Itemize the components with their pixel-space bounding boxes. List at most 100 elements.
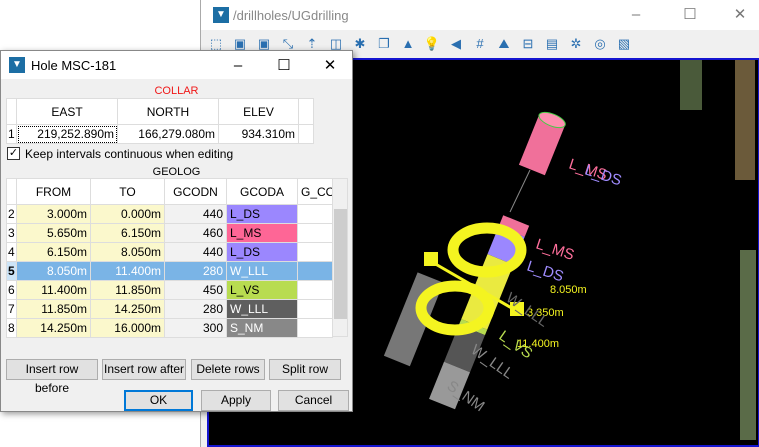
dialog-minimize-button[interactable]: – [223, 55, 253, 77]
g-co-cell[interactable] [297, 318, 333, 338]
dialog-maximize-button[interactable]: ☐ [269, 55, 299, 77]
g-co-cell[interactable] [297, 280, 333, 300]
from-cell[interactable]: 11.850m [16, 299, 91, 319]
network-icon[interactable]: ✲ [567, 35, 585, 53]
column-header[interactable]: ELEV [218, 98, 299, 125]
row-number[interactable]: 2 [6, 204, 17, 224]
corner-cell [6, 98, 17, 125]
table-row[interactable]: 7 11.850m 14.250m 280 W_LLL [6, 299, 333, 319]
gcodn-cell[interactable]: 300 [164, 318, 227, 338]
to-cell[interactable]: 6.150m [90, 223, 165, 243]
to-cell[interactable]: 14.250m [90, 299, 165, 319]
column-header[interactable]: NORTH [117, 98, 219, 125]
empty-cell [298, 124, 314, 144]
g-co-cell[interactable] [297, 242, 333, 262]
gcoda-cell[interactable]: S_NM [226, 318, 298, 338]
row-number[interactable]: 8 [6, 318, 17, 338]
to-cell[interactable]: 8.050m [90, 242, 165, 262]
dialog-title-bar: ▼ Hole MSC-181 – ☐ ✕ [1, 51, 352, 79]
collar-table: EAST NORTH ELEV 1 219,252.890m 166,279.0… [6, 98, 314, 144]
geolog-scrollbar[interactable] [332, 178, 348, 337]
hole-dialog: ▼ Hole MSC-181 – ☐ ✕ COLLAR EAST NORTH E… [0, 50, 353, 412]
row-number[interactable]: 3 [6, 223, 17, 243]
save-icon[interactable]: ▤ [543, 35, 561, 53]
split-row-button[interactable]: Split row [269, 359, 341, 380]
elev-cell[interactable]: 934.310m [218, 124, 299, 144]
gcodn-cell[interactable]: 280 [164, 261, 227, 281]
from-cell[interactable]: 14.250m [16, 318, 91, 338]
scrollbar-thumb[interactable] [334, 209, 347, 319]
copy-icon[interactable]: ❐ [375, 35, 393, 53]
from-cell[interactable]: 3.000m [16, 204, 91, 224]
dialog-close-button[interactable]: ✕ [315, 55, 345, 77]
from-cell[interactable]: 6.150m [16, 242, 91, 262]
east-cell[interactable]: 219,252.890m [16, 124, 118, 144]
gcoda-cell[interactable]: W_LLL [226, 261, 298, 281]
target-icon[interactable]: ◎ [591, 35, 609, 53]
table-row[interactable]: 6 11.400m 11.850m 450 L_VS [6, 280, 333, 300]
background-hole [740, 250, 756, 440]
g-co-cell[interactable] [297, 299, 333, 319]
background-hole [680, 60, 702, 110]
row-number[interactable]: 5 [6, 261, 17, 281]
row-number[interactable]: 7 [6, 299, 17, 319]
maximize-button[interactable]: ☐ [675, 4, 705, 26]
select-icon[interactable]: ✱ [351, 35, 369, 53]
row-number[interactable]: 6 [6, 280, 17, 300]
north-cell[interactable]: 166,279.080m [117, 124, 219, 144]
gcodn-cell[interactable]: 450 [164, 280, 227, 300]
gcodn-cell[interactable]: 440 [164, 242, 227, 262]
g-co-cell[interactable] [297, 223, 333, 243]
cube-icon[interactable]: ▧ [615, 35, 633, 53]
delete-rows-button[interactable]: Delete rows [191, 359, 265, 380]
from-cell[interactable]: 11.400m [16, 280, 91, 300]
close-button[interactable]: ✕ [725, 4, 755, 26]
column-header[interactable]: FROM [16, 178, 91, 205]
gcoda-cell[interactable]: W_LLL [226, 299, 298, 319]
table-row-selected[interactable]: 5 8.050m 11.400m 280 W_LLL [6, 261, 333, 281]
from-cell[interactable]: 5.650m [16, 223, 91, 243]
gcoda-cell[interactable]: L_VS [226, 280, 298, 300]
table-row[interactable]: 2 3.000m 0.000m 440 L_DS [6, 204, 333, 224]
to-cell[interactable]: 11.850m [90, 280, 165, 300]
keep-continuous-checkbox[interactable]: ✓ [7, 147, 20, 160]
cancel-button[interactable]: Cancel [278, 390, 349, 411]
table-row[interactable]: 4 6.150m 8.050m 440 L_DS [6, 242, 333, 262]
minimize-button[interactable]: – [621, 4, 651, 26]
column-header[interactable]: GCODN [164, 178, 227, 205]
insert-row-before-button[interactable]: Insert row before [6, 359, 98, 395]
section-icon[interactable]: ⊟ [519, 35, 537, 53]
triangle-icon[interactable]: ▲ [399, 35, 417, 53]
table-row[interactable]: 3 5.650m 6.150m 460 L_MS [6, 223, 333, 243]
scene-label: L_DS [525, 258, 566, 286]
to-cell[interactable]: 0.000m [90, 204, 165, 224]
apply-button[interactable]: Apply [201, 390, 271, 411]
gcodn-cell[interactable]: 280 [164, 299, 227, 319]
from-cell[interactable]: 8.050m [16, 261, 91, 281]
g-co-cell[interactable] [297, 261, 333, 281]
light-icon[interactable]: 💡 [423, 35, 441, 53]
insert-row-after-button[interactable]: Insert row after [102, 359, 186, 380]
column-header[interactable]: EAST [16, 98, 118, 125]
gcodn-cell[interactable]: 460 [164, 223, 227, 243]
to-cell[interactable]: 11.400m [90, 261, 165, 281]
keep-continuous-label[interactable]: Keep intervals continuous when editing [25, 147, 233, 161]
g-co-cell[interactable] [297, 204, 333, 224]
column-header[interactable]: TO [90, 178, 165, 205]
terrain-icon[interactable]: ⛰ [495, 35, 513, 53]
column-header[interactable]: G_CO [297, 178, 333, 205]
gcodn-cell[interactable]: 440 [164, 204, 227, 224]
table-row[interactable]: 1 219,252.890m 166,279.080m 934.310m [6, 124, 314, 144]
column-header[interactable]: GCODA [226, 178, 298, 205]
grid-icon[interactable]: # [471, 35, 489, 53]
row-number[interactable]: 4 [6, 242, 17, 262]
gcoda-cell[interactable]: L_DS [226, 204, 298, 224]
speaker-icon[interactable]: ◀ [447, 35, 465, 53]
to-cell[interactable]: 16.000m [90, 318, 165, 338]
gcoda-cell[interactable]: L_MS [226, 223, 298, 243]
gcoda-cell[interactable]: L_DS [226, 242, 298, 262]
row-number[interactable]: 1 [6, 124, 17, 144]
table-row[interactable]: 8 14.250m 16.000m 300 S_NM [6, 318, 333, 338]
collar-title: COLLAR [154, 85, 199, 97]
ok-button[interactable]: OK [124, 390, 193, 411]
